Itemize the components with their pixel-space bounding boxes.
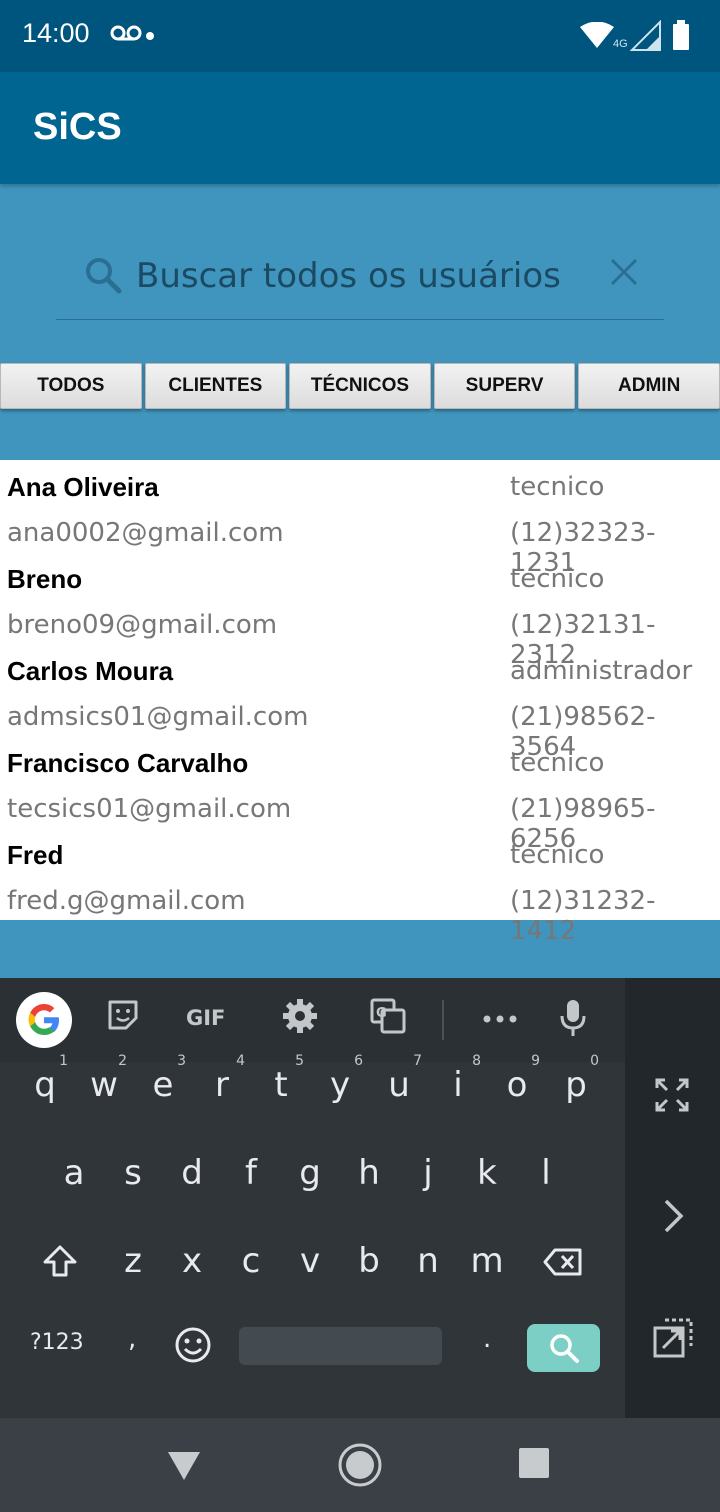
- user-name: Fred: [7, 840, 64, 870]
- search-icon: [86, 258, 122, 294]
- google-icon[interactable]: [16, 992, 72, 1048]
- key-a[interactable]: a: [49, 1138, 99, 1208]
- user-name: Ana Oliveira: [7, 472, 159, 502]
- search-input[interactable]: [136, 248, 576, 304]
- shift-icon[interactable]: [42, 1244, 78, 1278]
- user-role: administrador: [510, 656, 693, 686]
- home-icon[interactable]: [337, 1442, 383, 1488]
- user-name: Francisco Carvalho: [7, 748, 249, 778]
- key-k[interactable]: k: [462, 1138, 512, 1208]
- app-title: SiCS: [33, 106, 122, 148]
- key-c[interactable]: c: [226, 1226, 276, 1296]
- user-email: fred.g@gmail.com: [7, 886, 246, 916]
- key-e[interactable]: e3: [138, 1050, 188, 1120]
- user-name: Carlos Moura: [7, 656, 174, 686]
- tab-admin[interactable]: ADMIN: [578, 363, 720, 409]
- tab-todos[interactable]: TODOS: [0, 363, 142, 409]
- user-email: tecsics01@gmail.com: [7, 794, 292, 824]
- user-list: Ana Oliveira tecnico ana0002@gmail.com (…: [0, 460, 720, 946]
- tab-superv[interactable]: SUPERV: [433, 363, 576, 409]
- status-time: 14:00: [22, 18, 90, 48]
- search-key[interactable]: [527, 1324, 600, 1372]
- gif-icon[interactable]: GIF: [186, 1006, 232, 1028]
- user-email: breno09@gmail.com: [7, 610, 278, 640]
- network-type: 4G: [613, 38, 628, 50]
- search-bar: [56, 242, 664, 320]
- recents-icon[interactable]: [519, 1448, 549, 1478]
- key-y[interactable]: y6: [315, 1050, 365, 1120]
- key-d[interactable]: d: [167, 1138, 217, 1208]
- key-w[interactable]: w2: [79, 1050, 129, 1120]
- key-n[interactable]: n: [403, 1226, 453, 1296]
- key-u[interactable]: u7: [374, 1050, 424, 1120]
- user-email: ana0002@gmail.com: [7, 518, 284, 548]
- mic-icon[interactable]: [560, 1000, 586, 1038]
- key-t[interactable]: t5: [256, 1050, 306, 1120]
- translate-icon[interactable]: G: [370, 998, 406, 1034]
- filter-tabs: TODOS CLIENTES TÉCNICOS SUPERV ADMIN: [0, 363, 720, 409]
- space-key[interactable]: [239, 1327, 442, 1365]
- battery-icon: [673, 20, 689, 50]
- key-h[interactable]: h: [344, 1138, 394, 1208]
- voicemail-icon: [110, 25, 142, 41]
- sticker-icon[interactable]: [106, 998, 140, 1032]
- list-item[interactable]: Carlos Moura administrador admsics01@gma…: [0, 644, 720, 762]
- keyboard-side-panel: [625, 978, 720, 1418]
- tab-clientes[interactable]: CLIENTES: [144, 363, 287, 409]
- user-name: Breno: [7, 564, 83, 594]
- user-phone: (12)31232-1412: [510, 886, 656, 946]
- key-v[interactable]: v: [285, 1226, 335, 1296]
- key-j[interactable]: j: [403, 1138, 453, 1208]
- symbols-key[interactable]: ?123: [30, 1330, 84, 1355]
- key-o[interactable]: o9: [492, 1050, 542, 1120]
- tab-tecnicos[interactable]: TÉCNICOS: [289, 363, 431, 409]
- emoji-icon[interactable]: [174, 1326, 212, 1364]
- more-icon[interactable]: [482, 1014, 518, 1024]
- keyboard-keys: q1 w2 e3 r4 t5 y6 u7 i8 o9 p0 a s d f g …: [0, 1054, 625, 1418]
- app-bar: SiCS: [0, 72, 720, 184]
- floating-keyboard-icon[interactable]: [653, 1318, 693, 1358]
- wifi-icon: [580, 22, 614, 48]
- expand-icon[interactable]: [655, 1078, 689, 1112]
- key-i[interactable]: i8: [433, 1050, 483, 1120]
- list-item[interactable]: Fred tecnico fred.g@gmail.com (12)31232-…: [0, 828, 720, 946]
- status-bar: 14:00 4G: [0, 0, 720, 72]
- key-f[interactable]: f: [226, 1138, 276, 1208]
- key-q[interactable]: q1: [20, 1050, 70, 1120]
- user-email: admsics01@gmail.com: [7, 702, 309, 732]
- soft-keyboard: GIF G q 1 w 2 e 3 r 4 t 5 y 6 u 7 i 8 o …: [0, 978, 720, 1418]
- key-s[interactable]: s: [108, 1138, 158, 1208]
- user-role: tecnico: [510, 840, 605, 870]
- chevron-right-icon[interactable]: [663, 1198, 685, 1234]
- user-role: tecnico: [510, 748, 605, 778]
- key-p[interactable]: p0: [551, 1050, 601, 1120]
- notification-dot-icon: [146, 32, 154, 40]
- key-g[interactable]: g: [285, 1138, 335, 1208]
- period-key[interactable]: .: [483, 1324, 491, 1354]
- key-b[interactable]: b: [344, 1226, 394, 1296]
- key-r[interactable]: r4: [197, 1050, 247, 1120]
- key-l[interactable]: l: [521, 1138, 571, 1208]
- user-role: tecnico: [510, 564, 605, 594]
- key-x[interactable]: x: [167, 1226, 217, 1296]
- backspace-icon[interactable]: [543, 1248, 583, 1276]
- svg-text:GIF: GIF: [186, 1006, 225, 1028]
- settings-icon[interactable]: [282, 998, 318, 1034]
- svg-text:G: G: [376, 1006, 387, 1021]
- user-role: tecnico: [510, 472, 605, 502]
- back-icon[interactable]: [166, 1450, 202, 1482]
- list-item[interactable]: Breno tecnico breno09@gmail.com (12)3213…: [0, 552, 720, 670]
- close-icon[interactable]: [608, 256, 640, 288]
- search-icon: [549, 1334, 579, 1363]
- comma-key[interactable]: ,: [128, 1324, 136, 1354]
- key-z[interactable]: z: [108, 1226, 158, 1296]
- key-m[interactable]: m: [462, 1226, 512, 1296]
- list-item[interactable]: Ana Oliveira tecnico ana0002@gmail.com (…: [0, 460, 720, 578]
- list-item[interactable]: Francisco Carvalho tecnico tecsics01@gma…: [0, 736, 720, 854]
- navigation-bar: [0, 1418, 720, 1512]
- toolbar-divider: [442, 1000, 444, 1040]
